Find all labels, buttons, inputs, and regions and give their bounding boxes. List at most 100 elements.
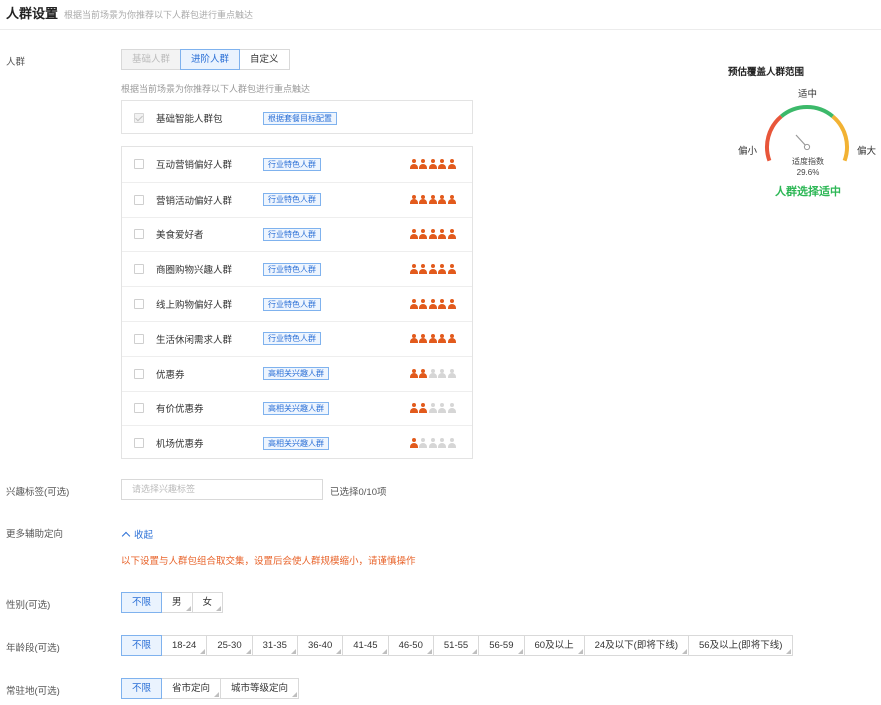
audience-checkbox[interactable] xyxy=(134,194,144,205)
residence-option-0[interactable]: 不限 xyxy=(121,678,163,699)
corner-marker-icon xyxy=(381,649,387,654)
age-option-label: 60及以上 xyxy=(534,640,574,651)
residence-option-2[interactable]: 城市等级定向 xyxy=(220,678,300,699)
audience-row[interactable]: 生活休闲需求人群 行业特色人群 xyxy=(122,321,472,356)
audience-scale-rating xyxy=(409,438,457,448)
age-option-7[interactable]: 51-55 xyxy=(432,635,480,656)
age-option-1[interactable]: 18-24 xyxy=(161,635,208,656)
audience-checkbox[interactable] xyxy=(134,264,144,275)
age-option-9[interactable]: 60及以上 xyxy=(523,635,585,656)
corner-marker-icon xyxy=(214,692,220,697)
age-option-label: 24及以下(即将下线) xyxy=(594,640,678,651)
audience-mode-switch: 基础人群 进阶人群 自定义 xyxy=(121,49,290,70)
person-icon xyxy=(428,299,437,309)
age-option-11[interactable]: 56及以上(即将下线) xyxy=(688,635,794,656)
audience-row[interactable]: 商圈购物兴趣人群 行业特色人群 xyxy=(122,251,472,286)
residence-option-1[interactable]: 省市定向 xyxy=(161,678,222,699)
gender-option-0[interactable]: 不限 xyxy=(121,592,163,613)
audience-row[interactable]: 优惠券 高相关兴趣人群 xyxy=(122,355,472,391)
person-icon xyxy=(428,438,437,448)
age-option-8[interactable]: 56-59 xyxy=(478,635,525,656)
residence-option-label: 省市定向 xyxy=(172,683,211,694)
age-option-label: 不限 xyxy=(132,640,152,651)
audience-row[interactable]: 互动营销偏好人群 行业特色人群 xyxy=(122,147,472,182)
audience-row[interactable]: 线上购物偏好人群 行业特色人群 xyxy=(122,286,472,321)
audience-tag: 行业特色人群 xyxy=(263,297,321,311)
gauge-title: 预估覆盖人群范围 xyxy=(728,67,805,78)
gender-option-2[interactable]: 女 xyxy=(191,592,224,613)
audience-label: 人群 xyxy=(6,57,26,68)
audience-scale-rating xyxy=(409,264,457,274)
age-option-6[interactable]: 46-50 xyxy=(387,635,434,656)
audience-checkbox[interactable] xyxy=(134,438,144,449)
residence-option-label: 不限 xyxy=(132,683,152,694)
person-icon xyxy=(409,333,418,344)
gauge-arc-high xyxy=(831,114,849,162)
audience-scale-rating xyxy=(409,403,457,413)
interest-tag-input[interactable]: 请选择兴趣标签 xyxy=(121,479,323,500)
person-icon xyxy=(447,264,456,274)
person-icon xyxy=(447,333,456,344)
person-icon xyxy=(447,403,456,413)
audience-checkbox[interactable] xyxy=(134,403,144,414)
base-package-row[interactable]: 基础智能人群包 根据套餐目标配置 xyxy=(122,101,472,135)
collapse-toggle[interactable]: 收起 xyxy=(121,527,153,541)
audience-row[interactable]: 有价优惠券 高相关兴趣人群 xyxy=(122,390,472,426)
person-icon xyxy=(409,264,418,274)
corner-marker-icon xyxy=(577,649,583,654)
person-icon xyxy=(409,299,418,309)
person-icon xyxy=(409,159,418,169)
audience-checkbox[interactable] xyxy=(134,333,144,344)
age-label: 年龄段(可选) xyxy=(6,643,60,654)
person-icon xyxy=(447,229,456,239)
person-icon xyxy=(438,333,447,344)
person-icon xyxy=(419,299,428,309)
person-icon xyxy=(419,264,428,274)
gender-option-label: 女 xyxy=(202,597,213,608)
audience-checkbox[interactable] xyxy=(134,368,144,379)
gender-label: 性别(可选) xyxy=(6,600,51,611)
age-option-10[interactable]: 24及以下(即将下线) xyxy=(583,635,689,656)
gauge-index: 适度指数 29.6% xyxy=(789,156,827,178)
audience-name: 机场优惠券 xyxy=(156,439,204,451)
age-option-0[interactable]: 不限 xyxy=(121,635,163,656)
residence-label: 常驻地(可选) xyxy=(6,686,60,697)
audience-name: 商圈购物兴趣人群 xyxy=(156,265,233,277)
gender-option-label: 不限 xyxy=(132,597,152,608)
age-option-4[interactable]: 36-40 xyxy=(296,635,344,656)
person-icon xyxy=(438,194,447,205)
corner-marker-icon xyxy=(200,649,206,654)
audience-row[interactable]: 机场优惠券 高相关兴趣人群 xyxy=(122,425,472,460)
person-icon xyxy=(438,368,447,379)
audience-tag: 行业特色人群 xyxy=(263,227,321,241)
age-option-5[interactable]: 41-45 xyxy=(342,635,389,656)
person-icon xyxy=(409,368,418,379)
audience-name: 互动营销偏好人群 xyxy=(156,160,233,172)
corner-marker-icon xyxy=(517,649,523,654)
audience-scale-rating xyxy=(409,368,457,379)
corner-marker-icon xyxy=(245,649,251,654)
audience-row[interactable]: 营销活动偏好人群 行业特色人群 xyxy=(122,181,472,217)
audience-checkbox[interactable] xyxy=(134,159,144,170)
audience-mode-option-1[interactable]: 进阶人群 xyxy=(180,49,241,70)
age-option-2[interactable]: 25-30 xyxy=(206,635,253,656)
corner-marker-icon xyxy=(426,649,432,654)
audience-scale-rating xyxy=(409,159,457,169)
base-package-box: 基础智能人群包 根据套餐目标配置 xyxy=(121,100,473,134)
audience-row[interactable]: 美食爱好者 行业特色人群 xyxy=(122,216,472,252)
age-option-3[interactable]: 31-35 xyxy=(251,635,298,656)
person-icon xyxy=(409,194,418,205)
audience-mode-option-2[interactable]: 自定义 xyxy=(239,49,290,70)
audience-checkbox[interactable] xyxy=(134,229,144,240)
audience-tag: 高相关兴趣人群 xyxy=(263,401,329,415)
person-icon xyxy=(428,229,437,239)
person-icon xyxy=(419,403,428,413)
corner-marker-icon xyxy=(290,649,296,654)
audience-checkbox[interactable] xyxy=(134,299,144,310)
base-package-checkbox[interactable] xyxy=(134,113,144,123)
audience-mode-option-0[interactable]: 基础人群 xyxy=(121,49,182,70)
gender-option-1[interactable]: 男 xyxy=(161,592,193,613)
age-option-label: 46-50 xyxy=(398,640,423,651)
person-icon xyxy=(419,229,428,239)
person-icon xyxy=(447,368,456,379)
